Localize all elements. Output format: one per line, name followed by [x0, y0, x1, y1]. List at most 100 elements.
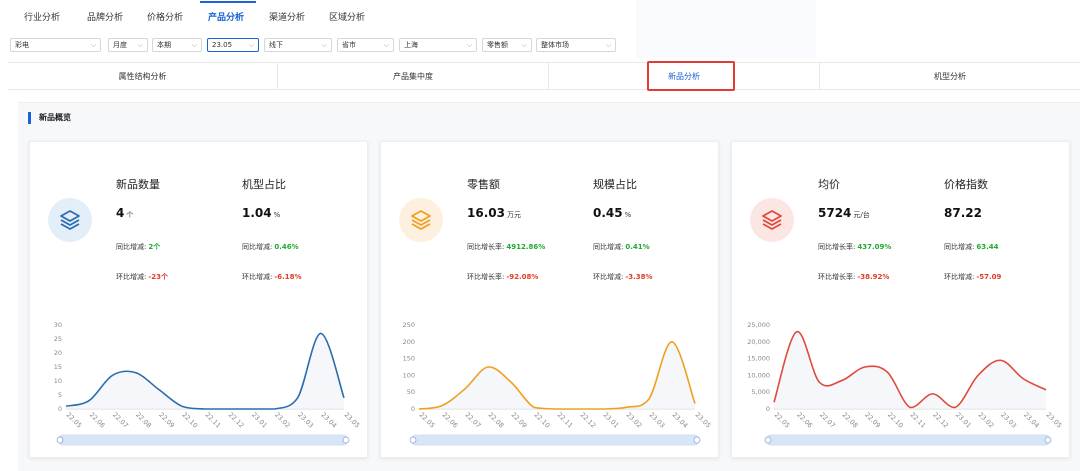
x-tick-label: 22.10: [533, 411, 552, 430]
x-tick-label: 22.06: [441, 411, 460, 430]
zoom-slider-range: [766, 435, 1050, 445]
period-select[interactable]: 本期 ⌵: [152, 38, 202, 52]
y-tick-label: 15: [54, 363, 62, 371]
y-tick-label: 30: [54, 321, 62, 329]
x-tick-label: 23.01: [602, 411, 621, 430]
metric-card: 零售额 16.03 万元 同比增长率: 4912.86% 环比增长率: -92.08%…: [380, 141, 719, 458]
channel-select[interactable]: 线下 ⌵: [264, 38, 332, 52]
area-fill: [774, 331, 1046, 409]
mom-value: -3.38%: [625, 273, 653, 281]
section-title: 新品概览: [28, 112, 71, 124]
metric-select[interactable]: 零售额 ⌵: [482, 38, 532, 52]
y-tick-label: 0: [766, 405, 770, 413]
x-tick-label: 22.12: [579, 411, 598, 430]
subtab-attribute-structure[interactable]: 属性结构分析: [8, 63, 278, 90]
mom-value: -92.08%: [506, 273, 539, 281]
metric-select-value: 零售额: [487, 41, 508, 49]
x-tick-label: 23.03: [296, 411, 315, 430]
metric-value: 0.45%: [593, 206, 631, 220]
month-select-value: 23.05: [212, 41, 233, 49]
mom-label: 环比增减:: [593, 273, 624, 281]
x-tick-label: 22.10: [180, 411, 199, 430]
x-tick-label: 22.07: [464, 411, 483, 430]
chevron-down-icon: ⌵: [383, 41, 389, 49]
zoom-slider-handle-left: [56, 436, 64, 444]
metric-title: 新品数量: [116, 178, 160, 191]
tab-product-analysis[interactable]: 产品分析: [208, 10, 244, 23]
line-chart: 0 5,000 10,000 15,000 20,000 25,000 22.05 22.06…: [747, 321, 1064, 446]
mom-change: 环比增减: -57.09: [944, 272, 1001, 282]
metric-value-number: 0.45: [593, 206, 623, 220]
category-select[interactable]: 彩电 ⌵: [10, 38, 101, 52]
x-tick-label: 23.01: [954, 411, 973, 430]
x-tick-label: 22.11: [556, 411, 575, 430]
x-tick-label: 23.02: [625, 411, 644, 430]
x-tick-label: 22.07: [111, 411, 130, 430]
metric-value-number: 5724: [818, 206, 852, 220]
x-tick-label: 23.04: [1022, 411, 1041, 430]
zoom-slider-handle-left: [409, 436, 417, 444]
metric-value: 4个: [116, 206, 133, 220]
x-tick-label: 23.02: [273, 411, 292, 430]
subtab-product-concentration[interactable]: 产品集中度: [278, 63, 549, 90]
month-select[interactable]: 23.05 ⌵: [207, 38, 259, 52]
mom-change: 环比增长率: -38.92%: [818, 272, 889, 282]
x-tick-label: 22.10: [886, 411, 905, 430]
market-select[interactable]: 整体市场 ⌵: [536, 38, 616, 52]
mom-value: -38.92%: [857, 273, 890, 281]
y-tick-label: 20: [54, 349, 62, 357]
category-select-value: 彩电: [15, 41, 29, 49]
yoy-value: 2个: [148, 243, 161, 251]
y-tick-label: 20,000: [747, 338, 770, 346]
tab-price-analysis[interactable]: 价格分析: [147, 10, 183, 23]
metric-value-number: 87.22: [944, 206, 982, 220]
zoom-slider-handle-right: [1044, 436, 1052, 444]
mom-label: 环比增减:: [242, 273, 273, 281]
yoy-value: 0.41%: [625, 243, 650, 251]
tab-brand-analysis[interactable]: 品牌分析: [87, 10, 123, 23]
sub-tab-bar: 属性结构分析 产品集中度 新品分析 机型分析: [8, 62, 1080, 90]
market-select-value: 整体市场: [541, 41, 569, 49]
tab-region-analysis[interactable]: 区域分析: [329, 10, 365, 23]
yoy-change: 同比增减: 0.41%: [593, 242, 650, 252]
mom-value: -6.18%: [274, 273, 302, 281]
yoy-value: 63.44: [976, 243, 999, 251]
trend-chart: 0 5 10 15 20 25 30 22.05 22.06 22.07 22.08 22.09 22.…: [30, 317, 369, 457]
line-chart: 0 50 100 150 200 250 22.05 22.06 22.07 22.08 22.09…: [403, 321, 712, 446]
yoy-value: 0.46%: [274, 243, 299, 251]
chevron-down-icon: ⌵: [248, 41, 254, 49]
channel-select-value: 线下: [269, 41, 283, 49]
y-tick-label: 50: [407, 388, 415, 396]
y-tick-label: 25: [54, 335, 62, 343]
x-tick-label: 22.11: [909, 411, 928, 430]
metric-card: 均价 5724 元/台 同比增长率: 437.09% 环比增长率: -38.92% 价…: [731, 141, 1070, 458]
x-tick-label: 23.01: [250, 411, 269, 430]
yoy-value: 437.09%: [857, 243, 892, 251]
x-tick-label: 23.05: [343, 411, 362, 430]
chevron-down-icon: ⌵: [191, 41, 197, 49]
mom-label: 环比增减:: [944, 273, 975, 281]
region-level-select[interactable]: 省市 ⌵: [337, 38, 394, 52]
x-tick-label: 22.12: [931, 411, 950, 430]
mom-value: -23个: [148, 273, 169, 281]
chevron-down-icon: ⌵: [90, 41, 96, 49]
x-tick-label: 23.03: [999, 411, 1018, 430]
metric-unit: %: [624, 211, 632, 219]
tab-industry-analysis[interactable]: 行业分析: [24, 10, 60, 23]
y-tick-label: 200: [403, 338, 415, 346]
yoy-change: 同比增减: 63.44: [944, 242, 999, 252]
region-select-value: 上海: [404, 41, 418, 49]
chevron-down-icon: ⌵: [321, 41, 327, 49]
subtab-model-analysis[interactable]: 机型分析: [820, 63, 1080, 90]
tab-channel-analysis[interactable]: 渠道分析: [269, 10, 305, 23]
x-tick-label: 22.09: [157, 411, 176, 430]
yoy-label: 同比增长率:: [467, 243, 505, 251]
zoom-slider-handle-right: [342, 436, 350, 444]
layers-icon: [750, 198, 794, 242]
yoy-change: 同比增减: 0.46%: [242, 242, 299, 252]
x-tick-label: 23.05: [1045, 411, 1064, 430]
period-type-select[interactable]: 月度 ⌵: [108, 38, 148, 52]
region-select[interactable]: 上海 ⌵: [399, 38, 477, 52]
y-tick-label: 5: [58, 391, 62, 399]
x-tick-label: 22.09: [510, 411, 529, 430]
